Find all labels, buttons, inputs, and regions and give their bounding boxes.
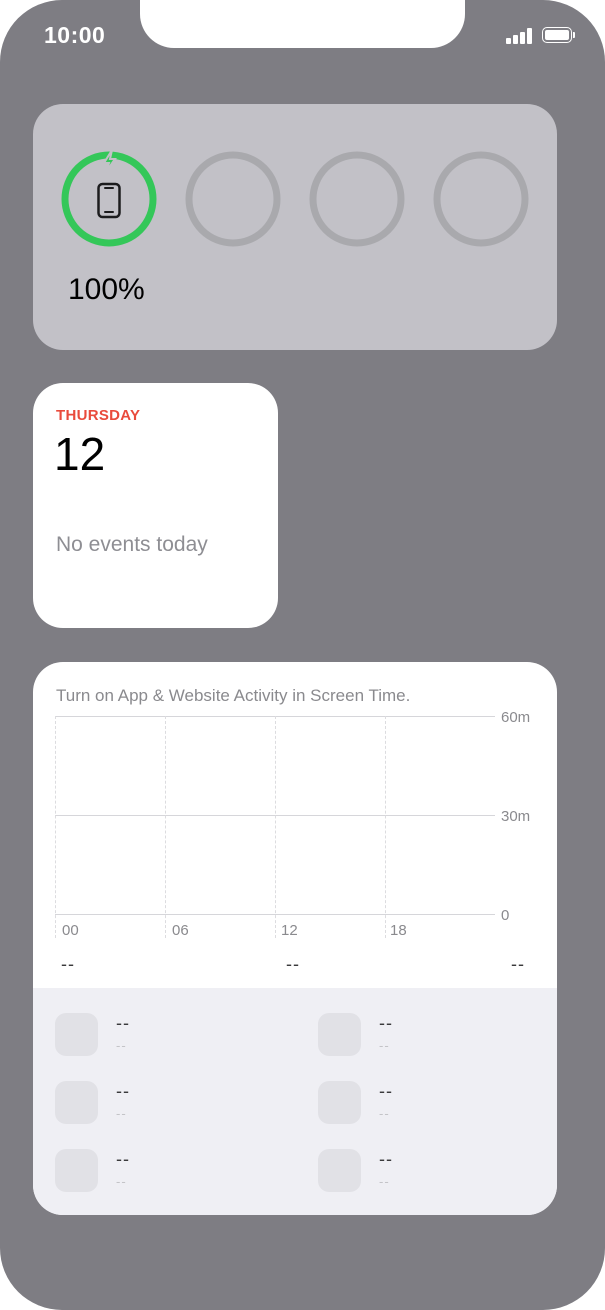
summary-value: -- <box>61 954 75 974</box>
iphone-icon <box>97 182 121 219</box>
app-time: -- <box>379 1106 390 1121</box>
notch <box>140 0 465 48</box>
battery-ring-svg <box>61 150 157 247</box>
empty-device-ring <box>308 150 406 248</box>
app-time: -- <box>116 1106 127 1121</box>
app-icon-placeholder <box>318 1013 361 1056</box>
summary-value: -- <box>286 954 300 974</box>
empty-device-ring <box>432 150 530 248</box>
status-time: 10:00 <box>44 22 106 48</box>
x-label-12: 12 <box>281 922 298 939</box>
batteries-widget[interactable] <box>33 104 557 350</box>
app-icon-placeholder <box>318 1081 361 1124</box>
screen-time-message: Turn on App & Website Activity in Screen… <box>56 686 411 705</box>
app-time: -- <box>379 1038 390 1053</box>
app-icon-placeholder <box>55 1149 98 1192</box>
gridline-06 <box>165 716 166 938</box>
app-usage-list: -- -- -- -- -- -- -- -- -- -- -- -- <box>33 988 557 1215</box>
x-label-06: 06 <box>172 922 189 939</box>
app-name: -- <box>379 1149 393 1169</box>
app-name: -- <box>116 1013 130 1033</box>
no-events-text: No events today <box>56 533 208 556</box>
gridline-18 <box>385 716 386 938</box>
calendar-weekday: THURSDAY <box>56 407 141 424</box>
app-icon-placeholder <box>55 1013 98 1056</box>
phone-screen: 10:00 100% THURSDAY 12 No events today T… <box>0 0 605 1310</box>
app-time: -- <box>116 1038 127 1053</box>
app-name: -- <box>116 1081 130 1101</box>
y-label-0: 0 <box>501 907 510 924</box>
battery-percent: 100% <box>68 273 145 306</box>
app-name: -- <box>116 1149 130 1169</box>
usage-chart <box>55 716 495 938</box>
gridline-12 <box>275 716 276 938</box>
iphone-battery-ring <box>60 150 158 248</box>
app-name: -- <box>379 1081 393 1101</box>
screen-time-widget[interactable]: Turn on App & Website Activity in Screen… <box>33 662 557 1215</box>
empty-device-ring <box>184 150 282 248</box>
gridline-00 <box>55 716 56 938</box>
app-icon-placeholder <box>318 1149 361 1192</box>
summary-value: -- <box>511 954 525 974</box>
y-label-30m: 30m <box>501 808 531 825</box>
y-label-60m: 60m <box>501 709 531 726</box>
calendar-date: 12 <box>54 428 106 480</box>
cellular-signal-icon <box>506 28 534 44</box>
app-time: -- <box>379 1174 390 1189</box>
app-icon-placeholder <box>55 1081 98 1124</box>
x-label-18: 18 <box>390 922 407 939</box>
app-name: -- <box>379 1013 393 1033</box>
calendar-widget[interactable]: THURSDAY 12 No events today <box>33 383 278 628</box>
app-time: -- <box>116 1174 127 1189</box>
battery-icon <box>542 27 576 45</box>
x-label-00: 00 <box>62 922 79 939</box>
